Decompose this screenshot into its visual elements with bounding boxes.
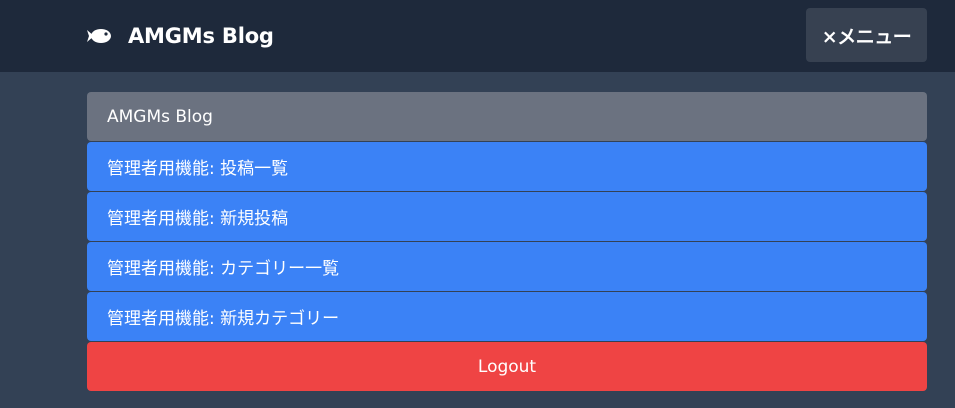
menu-item-admin-post-list[interactable]: 管理者用機能: 投稿一覧 (87, 142, 927, 191)
menu-item-admin-category-list[interactable]: 管理者用機能: カテゴリー一覧 (87, 242, 927, 291)
dropdown-menu: AMGMs Blog 管理者用機能: 投稿一覧 管理者用機能: 新規投稿 管理者… (87, 92, 927, 392)
logout-button[interactable]: Logout (87, 342, 927, 391)
menu-item-admin-new-category[interactable]: 管理者用機能: 新規カテゴリー (87, 292, 927, 341)
brand-link[interactable]: AMGMs Blog (86, 0, 274, 72)
site-header: AMGMs Blog ×メニュー (0, 0, 955, 72)
fish-icon (86, 28, 112, 44)
menu-item-admin-new-post[interactable]: 管理者用機能: 新規投稿 (87, 192, 927, 241)
menu-toggle-button[interactable]: ×メニュー (806, 8, 927, 62)
menu-item-home[interactable]: AMGMs Blog (87, 92, 927, 141)
brand-title: AMGMs Blog (128, 24, 274, 48)
